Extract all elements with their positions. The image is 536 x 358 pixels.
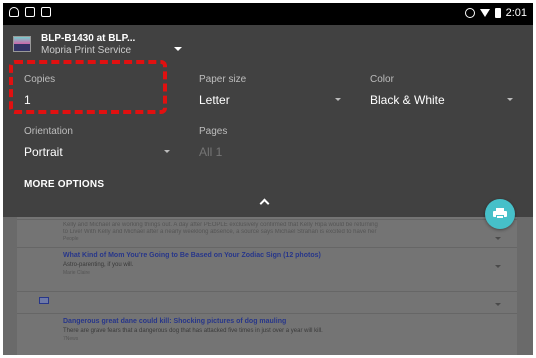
- chevron-down-icon: [507, 98, 513, 101]
- pages-dropdown[interactable]: All 1: [199, 145, 222, 159]
- battery-icon: [494, 8, 501, 18]
- copies-highlight-box: [9, 60, 167, 114]
- preview-page: [17, 217, 517, 355]
- divider: [17, 313, 517, 314]
- article-title: Dangerous great dane could kill: Shockin…: [63, 318, 287, 325]
- chevron-down-icon: [174, 47, 182, 51]
- preview-source: People: [63, 236, 79, 242]
- article-title: What Kind of Mom You're Going to Be Base…: [63, 252, 321, 259]
- divider: [17, 247, 517, 248]
- pages-label: Pages: [199, 126, 228, 137]
- chevron-down-icon: [335, 98, 341, 101]
- chevron-down-icon: [495, 237, 501, 240]
- printer-selector[interactable]: BLP-B1430 at BLP... Mopria Print Service: [13, 32, 193, 56]
- article-desc: Astro-parenting, if you will.: [63, 262, 134, 268]
- screenshot-notification-icon: [41, 7, 51, 17]
- message-notification-icon: [25, 7, 35, 17]
- preview-snippet: to Live! With Kelly and Michael after a …: [63, 229, 377, 235]
- print-fab-button[interactable]: [485, 199, 515, 229]
- article-source: 7News: [63, 336, 79, 342]
- print-icon: [493, 208, 507, 219]
- divider: [17, 291, 517, 292]
- chevron-down-icon: [495, 303, 501, 306]
- divider: [17, 219, 517, 220]
- more-options-button[interactable]: MORE OPTIONS: [24, 179, 104, 190]
- color-dropdown[interactable]: Black & White: [370, 93, 445, 107]
- wifi-icon: [479, 9, 490, 17]
- app-notification-icon: [9, 7, 19, 17]
- chevron-down-icon: [495, 265, 501, 268]
- print-options-panel: BLP-B1430 at BLP... Mopria Print Service…: [3, 25, 533, 217]
- paper-size-dropdown[interactable]: Letter: [199, 93, 230, 107]
- status-bar: 2:01: [3, 3, 533, 25]
- printer-icon: [13, 36, 31, 52]
- print-preview: Kelly and Michael are working things out…: [3, 217, 533, 355]
- sync-icon: [464, 8, 475, 18]
- printer-name: BLP-B1430 at BLP...: [41, 33, 136, 44]
- chevron-up-icon[interactable]: [259, 198, 270, 209]
- printer-service: Mopria Print Service: [41, 45, 132, 54]
- paper-size-label: Paper size: [199, 74, 247, 85]
- clock: 2:01: [505, 7, 527, 19]
- orientation-label: Orientation: [24, 126, 73, 137]
- article-source: Marie Claire: [63, 270, 90, 276]
- article-desc: There are grave fears that a dangerous d…: [63, 328, 323, 334]
- image-icon: [39, 297, 49, 304]
- orientation-dropdown[interactable]: Portrait: [24, 145, 63, 159]
- color-label: Color: [370, 74, 394, 85]
- device-screen: 2:01 BLP-B1430 at BLP... Mopria Print Se…: [3, 3, 533, 355]
- chevron-down-icon: [164, 150, 170, 153]
- preview-snippet: Kelly and Michael are working things out…: [63, 222, 378, 228]
